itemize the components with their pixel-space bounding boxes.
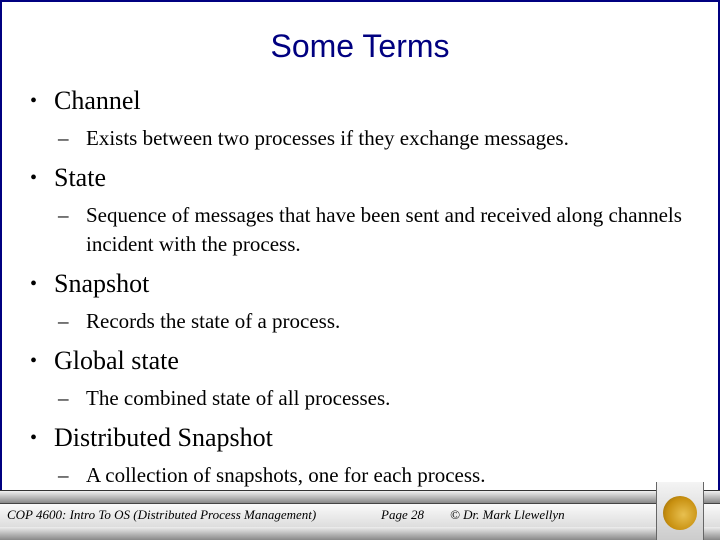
term-description: A collection of snapshots, one for each … bbox=[86, 463, 486, 487]
term-item: • Global state – The combined state of all… bbox=[30, 344, 698, 413]
term-description: Records the state of a process. bbox=[86, 309, 341, 333]
footer-course: COP 4600: Intro To OS (Distributed Proce… bbox=[7, 507, 317, 522]
dash-icon: – bbox=[58, 386, 69, 410]
bullet-icon: • bbox=[30, 273, 38, 295]
term-label: Channel bbox=[54, 86, 141, 115]
term-description: Sequence of messages that have been sent… bbox=[86, 203, 682, 256]
logo-emblem bbox=[663, 496, 697, 530]
bullet-icon: • bbox=[30, 90, 38, 112]
term-label: Snapshot bbox=[54, 269, 150, 298]
term-item: • Snapshot – Records the state of a proces… bbox=[30, 267, 698, 336]
bullet-icon: • bbox=[30, 350, 38, 372]
term-item: • State – Sequence of messages that have b… bbox=[30, 161, 698, 259]
bullet-icon: • bbox=[30, 167, 38, 189]
footer-author: © Dr. Mark Llewellyn bbox=[450, 507, 565, 522]
footer-bar-bottom bbox=[0, 527, 720, 540]
bullet-icon: • bbox=[30, 427, 38, 449]
dash-icon: – bbox=[58, 203, 69, 227]
dash-icon: – bbox=[58, 309, 69, 333]
term-item: • Channel – Exists between two processes i… bbox=[30, 84, 698, 153]
term-label: Distributed Snapshot bbox=[54, 423, 273, 452]
dash-icon: – bbox=[58, 126, 69, 150]
footer-page-number: Page 28 bbox=[381, 507, 424, 522]
term-item: • Distributed Snapshot – A collection of s… bbox=[30, 421, 698, 490]
dash-icon: – bbox=[58, 463, 69, 487]
term-description: The combined state of all processes. bbox=[86, 386, 391, 410]
slide-title: Some Terms bbox=[270, 28, 450, 64]
slide-footer: COP 4600: Intro To OS (Distributed Proce… bbox=[0, 490, 720, 540]
footer-bar-top bbox=[0, 490, 720, 503]
term-label: State bbox=[54, 163, 106, 192]
term-description: Exists between two processes if they exc… bbox=[86, 126, 569, 150]
term-label: Global state bbox=[54, 346, 179, 375]
slide-frame: Some Terms • Channel – Exists between two … bbox=[0, 0, 720, 492]
ucf-pegasus-logo-icon bbox=[656, 482, 704, 540]
slide-body: • Channel – Exists between two processes i… bbox=[30, 84, 698, 498]
